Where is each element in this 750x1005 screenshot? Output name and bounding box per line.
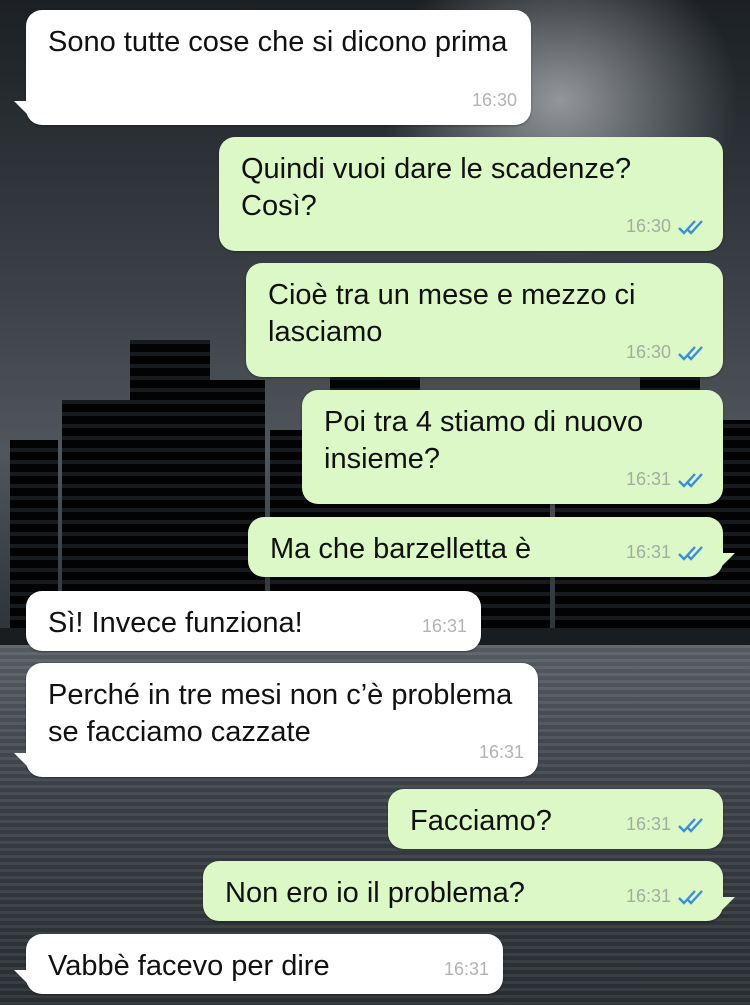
message-time: 16:31	[421, 616, 467, 636]
message-time: 16:31	[625, 542, 671, 562]
message-bubble-outgoing[interactable]: Facciamo? 16:31	[388, 789, 723, 849]
message-bubble-outgoing[interactable]: Quindi vuoi dare le scadenze? Così? 16:3…	[219, 137, 723, 251]
read-icon	[678, 472, 703, 488]
message-bubble-outgoing[interactable]: Non ero io il problema? 16:31	[203, 861, 735, 921]
message-time: 16:30	[625, 216, 671, 236]
message-time: 16:31	[625, 886, 671, 906]
message-text: Facciamo?	[410, 805, 552, 837]
message-text: Ma che barzelletta è	[270, 533, 532, 565]
message-list: Sono tutte cose che si dicono prima 16:3…	[0, 0, 750, 1005]
message-text: Quindi vuoi dare le scadenze? Così?	[241, 153, 632, 222]
message-bubble-incoming[interactable]: Vabbè facevo per dire 16:31	[14, 934, 503, 994]
message-text: Non ero io il problema?	[225, 877, 525, 909]
message-bubble-incoming[interactable]: Sono tutte cose che si dicono prima 16:3…	[14, 10, 531, 125]
message-time: 16:31	[625, 469, 671, 489]
message-text: Sono tutte cose che si dicono prima	[48, 26, 508, 58]
message-time: 16:31	[625, 814, 671, 834]
message-bubble-outgoing[interactable]: Ma che barzelletta è 16:31	[248, 517, 735, 577]
read-icon	[678, 545, 703, 561]
message-time: 16:30	[471, 90, 517, 110]
message-bubble-incoming[interactable]: Sì! Invece funziona! 16:31	[26, 591, 481, 651]
read-icon	[678, 817, 703, 833]
read-icon	[678, 889, 703, 905]
read-icon	[678, 345, 703, 361]
read-icon	[678, 219, 703, 235]
message-text: Sì! Invece funziona!	[48, 607, 303, 639]
message-text: Vabbè facevo per dire	[48, 950, 330, 982]
message-time: 16:31	[443, 959, 489, 979]
message-bubble-outgoing[interactable]: Cioè tra un mese e mezzo ci lasciamo 16:…	[246, 263, 723, 377]
message-time: 16:30	[625, 342, 671, 362]
message-time: 16:31	[478, 742, 524, 762]
message-text: Cioè tra un mese e mezzo ci lasciamo	[268, 279, 636, 348]
message-bubble-outgoing[interactable]: Poi tra 4 stiamo di nuovo insieme? 16:31	[302, 390, 723, 504]
message-text: Poi tra 4 stiamo di nuovo insieme?	[324, 406, 644, 475]
message-text: Perché in tre mesi non c’è problema se f…	[48, 679, 513, 748]
message-bubble-incoming[interactable]: Perché in tre mesi non c’è problema se f…	[14, 663, 538, 777]
